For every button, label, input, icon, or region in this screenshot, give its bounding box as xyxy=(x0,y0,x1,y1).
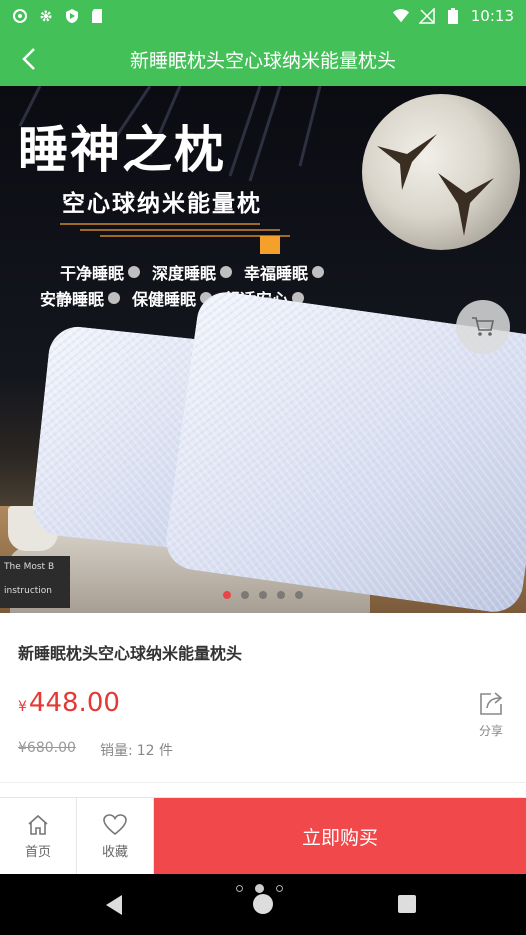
gear-icon xyxy=(38,8,54,24)
chevron-left-icon xyxy=(22,48,35,70)
heart-icon xyxy=(103,813,127,835)
battery-icon xyxy=(445,8,461,24)
page-dot xyxy=(255,884,264,893)
app-header: 新睡眠枕头空心球纳米能量枕头 xyxy=(0,32,526,86)
original-price: ¥680.00 xyxy=(18,740,76,756)
bullet-icon xyxy=(220,266,233,278)
nav-recents-icon[interactable] xyxy=(398,895,416,913)
favorite-button[interactable]: 收藏 xyxy=(77,798,154,874)
feature-label: 幸福睡眠 xyxy=(244,264,309,283)
sales-value: 12 件 xyxy=(136,743,173,759)
home-button[interactable]: 首页 xyxy=(0,798,77,874)
back-button[interactable] xyxy=(10,40,48,78)
feature-label: 深度睡眠 xyxy=(152,264,217,283)
buy-now-button[interactable]: 立即购买 xyxy=(154,798,526,874)
carousel-dot[interactable] xyxy=(277,591,285,599)
clock: 10:13 xyxy=(470,7,514,25)
feature-row-1: 干净睡眠 深度睡眠 幸福睡眠 xyxy=(60,260,325,284)
feature-item: 深度睡眠 xyxy=(152,260,233,284)
decorative-square xyxy=(260,236,280,254)
page-title: 新睡眠枕头空心球纳米能量枕头 xyxy=(129,49,396,72)
share-label: 分享 xyxy=(478,724,503,738)
share-button[interactable]: 分享 xyxy=(466,690,516,742)
book-title: The Most B xyxy=(4,562,55,572)
feature-label: 干净睡眠 xyxy=(60,264,125,283)
product-image-carousel[interactable]: 睡神之枕 空心球纳米能量枕 干净睡眠 深度睡眠 幸福睡眠 安静睡眠 保健睡眠 舒… xyxy=(0,86,526,613)
favorite-label: 收藏 xyxy=(101,844,128,860)
nav-home-icon[interactable] xyxy=(253,894,273,914)
page-dot xyxy=(236,885,243,892)
currency-symbol: ¥ xyxy=(18,699,27,715)
sales-label: 销量: xyxy=(100,743,133,759)
banner-subtitle: 空心球纳米能量枕 xyxy=(62,191,262,217)
cart-icon xyxy=(472,317,494,336)
banner-title: 睡神之枕 xyxy=(18,120,226,179)
feature-label: 保健睡眠 xyxy=(132,290,197,309)
feature-item: 干净睡眠 xyxy=(60,260,141,284)
bullet-icon xyxy=(312,266,325,278)
current-price: 448.00 xyxy=(28,688,120,718)
feature-item: 幸福睡眠 xyxy=(244,260,325,284)
product-name: 新睡眠枕头空心球纳米能量枕头 xyxy=(18,644,243,663)
status-right: 10:13 xyxy=(392,7,514,25)
sd-card-icon xyxy=(90,8,106,24)
sales-count: 销量: 12 件 xyxy=(100,740,173,760)
bullet-icon xyxy=(128,266,141,278)
bottom-action-bar: 首页 收藏 立即购买 xyxy=(0,797,526,874)
cart-button[interactable] xyxy=(456,300,510,354)
crane-image xyxy=(438,173,494,236)
feature-item: 安静睡眠 xyxy=(40,286,121,310)
carousel-dot[interactable] xyxy=(259,591,267,599)
cast-icon xyxy=(12,8,28,24)
price-row: ¥ 448.00 xyxy=(18,688,120,718)
carousel-indicators xyxy=(0,588,526,602)
status-bar: 10:13 xyxy=(0,0,526,32)
status-left xyxy=(12,8,106,24)
carousel-dot[interactable] xyxy=(295,591,303,599)
wifi-icon xyxy=(392,8,409,24)
carousel-dot[interactable] xyxy=(241,591,249,599)
home-icon xyxy=(28,814,48,835)
bullet-icon xyxy=(108,292,121,304)
page-indicator xyxy=(236,884,283,893)
divider xyxy=(0,782,526,783)
carousel-dot[interactable] xyxy=(223,591,231,599)
system-nav-bar xyxy=(0,874,526,935)
home-label: 首页 xyxy=(24,844,51,860)
shield-icon xyxy=(64,8,80,24)
feature-label: 安静睡眠 xyxy=(40,290,105,309)
no-signal-icon xyxy=(418,8,435,24)
page-dot xyxy=(276,885,283,892)
share-icon xyxy=(480,692,503,715)
nav-back-icon[interactable] xyxy=(104,894,124,916)
